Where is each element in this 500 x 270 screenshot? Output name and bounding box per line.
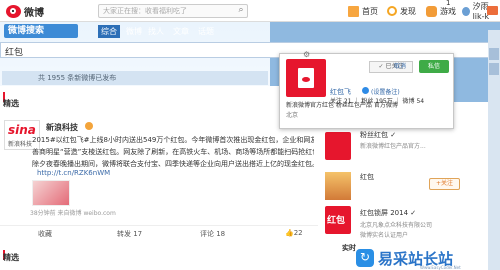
short-link[interactable]: http://t.cn/RZK6nWM (37, 169, 110, 177)
compass-icon (387, 6, 397, 16)
sina-logo-caption: 新浪科技 (8, 141, 33, 148)
tab-weibo[interactable]: 微博 (126, 26, 142, 37)
comment-button[interactable]: 评论 18 (200, 229, 225, 239)
post-image[interactable] (32, 180, 70, 206)
account-desc: 北京凡象点众科技有限公司 (360, 222, 433, 229)
weibo-eye-icon (6, 4, 21, 18)
post-text-line: 除夕夜春晚播出期间，微博将联合支付宝、四季快递等企业向用户送出搭近上亿的现金红包… (32, 160, 314, 168)
realtime-section-title: 实时 (342, 244, 356, 252)
message-button[interactable]: 私信 (419, 60, 449, 73)
envelope-icon[interactable] (487, 6, 498, 15)
like-button[interactable]: 👍22 (285, 229, 303, 237)
post-meta: 38分钟前 来自微博 weibo.com (30, 210, 116, 217)
watermark-url: Www.EasyCoder.Net (420, 265, 461, 270)
section-title: 精选 (3, 99, 19, 108)
gear-icon[interactable]: ⚙ (303, 50, 310, 59)
tab-topics[interactable]: 话题 (198, 26, 214, 37)
game-icon (426, 5, 437, 17)
search-input[interactable]: 大家正在搜：收看福利吃了 (98, 4, 248, 18)
hover-card-location: 北京 (286, 112, 299, 119)
verified-icon (85, 122, 93, 130)
tab-articles[interactable]: 文章 (173, 26, 189, 37)
user-icon (462, 6, 470, 16)
follow-button[interactable]: +关注 (429, 178, 460, 190)
feed-card (0, 86, 318, 270)
account-name[interactable]: 红包 (360, 172, 374, 182)
post-text-line: 2015#以红包飞#上线8小时内送出549万个红包。今年微博首次推出现金红包，企… (32, 136, 314, 144)
like-count: 22 (293, 229, 303, 237)
set-remark-link[interactable]: (设置备注) (371, 87, 400, 96)
unfollow-link[interactable]: 取消 (394, 61, 406, 70)
search-icon[interactable]: ⌕ (236, 5, 246, 16)
home-icon (348, 5, 359, 17)
account-name[interactable]: 粉丝红包 ✓ (360, 130, 396, 140)
watermark-logo-icon (356, 249, 374, 267)
account-desc: 新浪微博红包产品官方... (360, 143, 426, 150)
section-title: 精选 (3, 253, 19, 262)
rail-button[interactable] (489, 63, 499, 75)
verified-icon (362, 87, 369, 94)
tab-users[interactable]: 找人 (148, 26, 164, 37)
rail-button[interactable] (489, 48, 499, 60)
nav-home[interactable]: 首页 (348, 4, 378, 18)
query-text: 红包 (5, 48, 24, 58)
logo-text: 微博 (24, 7, 44, 19)
favorite-button[interactable]: 收藏 (38, 229, 52, 239)
tab-all[interactable]: 综合 (98, 25, 120, 38)
nav-games[interactable]: 游戏 (426, 4, 456, 18)
account-desc: 微博实名认证用户 (360, 232, 409, 239)
search-brand[interactable]: 微博搜索 (4, 24, 78, 38)
red-envelope-icon (298, 68, 314, 88)
nav-discover[interactable]: 发现 (387, 4, 416, 18)
new-results-tip[interactable]: 共 1955 条新微博已发布 (2, 71, 268, 85)
account-name[interactable]: 红包锁屏 2014 ✓ (360, 208, 416, 218)
post-text-line: 善商明星“营造”支棱送红包。网友除了刷新，在高铁火车、机场、商场等场所都能扫码抢… (32, 148, 314, 156)
message-count-badge: 1 (446, 0, 451, 7)
thumb-up-icon: 👍 (285, 229, 294, 237)
followed-button[interactable]: ✓ 已关注 (369, 61, 413, 73)
thumb-text: 红包 (327, 216, 346, 226)
hover-card-avatar[interactable] (286, 59, 326, 97)
hover-card-intro: 新浪微博官方红包 粉丝红包产品 官方微博 (286, 102, 398, 109)
account-avatar[interactable]: 红包 (325, 206, 351, 234)
author-name[interactable]: 新浪科技 (46, 122, 78, 133)
weibo-logo[interactable]: 微博 (6, 3, 78, 19)
account-avatar[interactable] (325, 132, 351, 160)
account-avatar[interactable] (325, 172, 351, 200)
forward-button[interactable]: 转发 17 (117, 229, 142, 239)
